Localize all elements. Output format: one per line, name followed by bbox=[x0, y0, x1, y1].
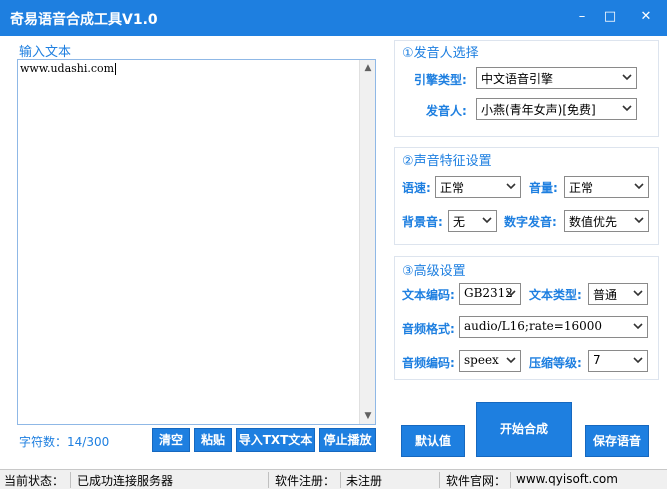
codec-value: speex bbox=[464, 353, 499, 367]
compress-label: 压缩等级: bbox=[529, 356, 582, 370]
compress-select[interactable]: 7 bbox=[588, 350, 648, 372]
import-txt-button[interactable]: 导入TXT文本 bbox=[236, 428, 315, 452]
compress-value: 7 bbox=[593, 353, 601, 367]
text-caret bbox=[115, 63, 117, 75]
codec-select[interactable]: speex bbox=[459, 350, 521, 372]
codec-label: 音频编码: bbox=[402, 356, 455, 370]
bgm-label: 背景音: bbox=[402, 215, 443, 229]
scroll-up-icon[interactable]: ▲ bbox=[360, 60, 376, 76]
scroll-down-icon[interactable]: ▼ bbox=[360, 408, 376, 424]
status-divider bbox=[268, 472, 269, 488]
status-label: 当前状态： bbox=[4, 474, 65, 488]
chevron-down-icon bbox=[618, 99, 636, 119]
chevron-down-icon bbox=[618, 68, 636, 88]
voice-label: 发音人: bbox=[426, 104, 467, 118]
speed-value: 正常 bbox=[440, 181, 465, 195]
advanced-heading: ③高级设置 bbox=[402, 264, 466, 279]
encoding-label: 文本编码: bbox=[402, 288, 455, 302]
chevron-down-icon bbox=[502, 284, 520, 304]
chevron-down-icon bbox=[502, 351, 520, 371]
status-bar: 当前状态： 已成功连接服务器 软件注册： 未注册 软件官网： www.qyiso… bbox=[0, 469, 667, 489]
paste-button[interactable]: 粘贴 bbox=[194, 428, 232, 452]
register-value: 未注册 bbox=[346, 474, 383, 488]
texttype-select[interactable]: 普通 bbox=[588, 283, 648, 305]
engine-select[interactable]: 中文语音引擎 bbox=[476, 67, 637, 89]
stop-playback-button[interactable]: 停止播放 bbox=[319, 428, 376, 452]
engine-label: 引擎类型: bbox=[414, 73, 467, 87]
chevron-down-icon bbox=[630, 177, 648, 197]
bgm-select[interactable]: 无 bbox=[448, 210, 497, 232]
status-divider bbox=[340, 472, 341, 488]
speaker-heading: ①发音人选择 bbox=[402, 46, 479, 61]
volume-value: 正常 bbox=[569, 181, 594, 195]
website-label: 软件官网： bbox=[446, 474, 507, 488]
format-select[interactable]: audio/L16;rate=16000 bbox=[459, 316, 648, 338]
speed-label: 语速: bbox=[402, 181, 431, 195]
engine-value: 中文语音引擎 bbox=[481, 72, 554, 86]
status-divider bbox=[439, 472, 440, 488]
status-divider bbox=[510, 472, 511, 488]
chevron-down-icon bbox=[502, 177, 520, 197]
format-value: audio/L16;rate=16000 bbox=[464, 319, 602, 333]
window-title: 奇易语音合成工具V1.0 bbox=[10, 12, 158, 28]
digit-value: 数值优先 bbox=[569, 215, 618, 229]
voice-select[interactable]: 小燕(青年女声)[免费] bbox=[476, 98, 637, 120]
texttype-value: 普通 bbox=[593, 288, 618, 302]
clear-button[interactable]: 清空 bbox=[152, 428, 190, 452]
chevron-down-icon bbox=[629, 284, 647, 304]
chevron-down-icon bbox=[629, 351, 647, 371]
status-divider bbox=[70, 472, 71, 488]
text-scrollbar[interactable]: ▲ ▼ bbox=[359, 60, 375, 424]
volume-select[interactable]: 正常 bbox=[564, 176, 649, 198]
title-bar: 奇易语音合成工具V1.0 – □ ✕ bbox=[0, 0, 667, 36]
text-input[interactable]: www.udashi.com ▲ ▼ bbox=[17, 59, 376, 425]
texttype-label: 文本类型: bbox=[529, 288, 582, 302]
close-button[interactable]: ✕ bbox=[636, 8, 656, 26]
status-value: 已成功连接服务器 bbox=[77, 474, 174, 488]
encoding-select[interactable]: GB2312 bbox=[459, 283, 521, 305]
chevron-down-icon bbox=[478, 211, 496, 231]
voice-features-heading: ②声音特征设置 bbox=[402, 154, 492, 169]
text-content: www.udashi.com bbox=[20, 62, 117, 75]
start-synthesis-button[interactable]: 开始合成 bbox=[476, 402, 572, 457]
bgm-value: 无 bbox=[453, 215, 466, 229]
speed-select[interactable]: 正常 bbox=[435, 176, 521, 198]
volume-label: 音量: bbox=[529, 181, 558, 195]
digit-select[interactable]: 数值优先 bbox=[564, 210, 649, 232]
format-label: 音频格式: bbox=[402, 322, 455, 336]
minimize-button[interactable]: – bbox=[572, 8, 592, 26]
chevron-down-icon bbox=[629, 317, 647, 337]
voice-value: 小燕(青年女声)[免费] bbox=[481, 103, 596, 117]
website-link[interactable]: www.qyisoft.com bbox=[516, 472, 618, 486]
maximize-button[interactable]: □ bbox=[600, 8, 620, 26]
digit-label: 数字发音: bbox=[504, 215, 557, 229]
register-label: 软件注册： bbox=[275, 474, 336, 488]
char-count: 字符数：14/300 bbox=[19, 435, 110, 449]
input-heading: 输入文本 bbox=[19, 45, 72, 60]
chevron-down-icon bbox=[630, 211, 648, 231]
save-voice-button[interactable]: 保存语音 bbox=[585, 425, 649, 457]
default-button[interactable]: 默认值 bbox=[401, 425, 465, 457]
